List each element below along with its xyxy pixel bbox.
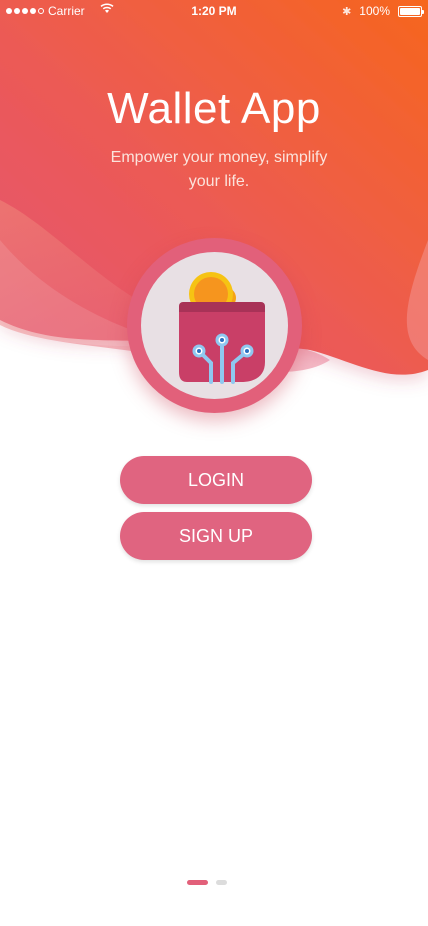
status-right: ✱ 100% [342,4,424,18]
battery-percent: 100% [359,4,390,18]
page-indicator [187,880,227,885]
app-logo-inner [141,252,288,399]
status-bar: Carrier 1:20 PM ✱ 100% [0,0,428,22]
sign-up-button[interactable]: SIGN UP [120,512,312,560]
wallet-logo-icon [179,272,265,384]
app-tagline: Empower your money, simplify your life. [110,149,328,190]
app-title: Wallet App [107,84,321,133]
battery-icon [398,5,424,17]
app-logo [127,238,302,413]
login-button[interactable]: LOGIN [120,456,312,504]
bluetooth-icon: ✱ [342,5,352,18]
page-indicator-dot[interactable] [216,880,227,885]
page-indicator-dot-active[interactable] [187,880,208,885]
